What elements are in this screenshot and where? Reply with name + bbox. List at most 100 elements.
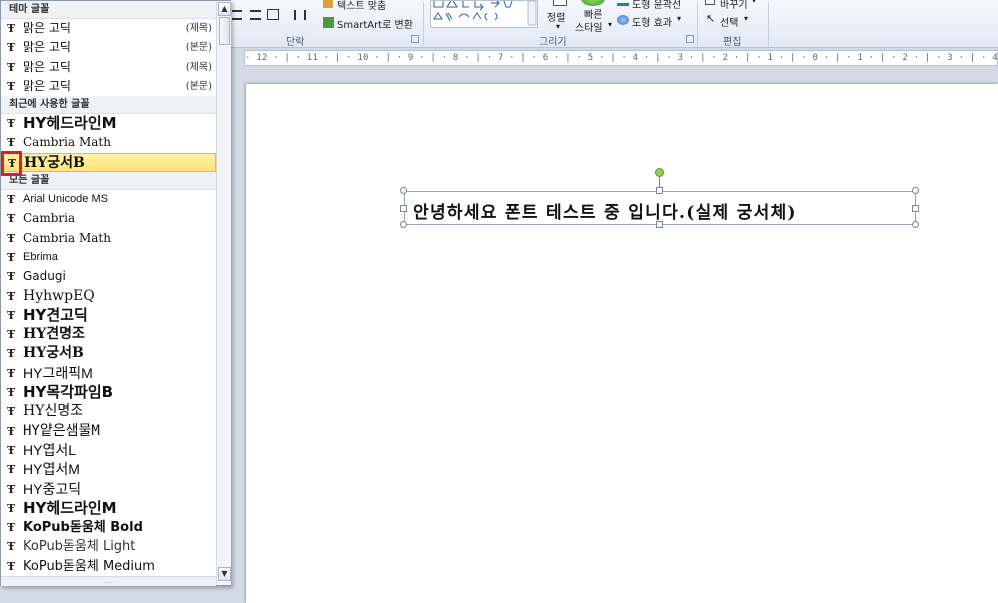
shape-effects-dropdown-icon[interactable]: ▾	[677, 14, 681, 23]
font-option-label: HY헤드라인M	[23, 114, 117, 133]
font-option[interactable]: Ŧ HY목각파임B	[1, 383, 216, 402]
columns-icon[interactable]	[294, 10, 306, 20]
font-option[interactable]: Ŧ Ebrima	[1, 248, 216, 267]
font-role-label: (본문)	[185, 80, 212, 92]
font-option[interactable]: Ŧ HY견명조	[1, 325, 216, 344]
shape-effects-button[interactable]: 도형 효과	[632, 14, 672, 29]
font-option[interactable]: Ŧ HY엽서L	[1, 441, 216, 460]
replace-dropdown-icon[interactable]: ▾	[752, 0, 756, 5]
font-option-label: HY견명조	[23, 326, 85, 343]
resize-handle-top-right[interactable]	[912, 187, 919, 194]
rotation-handle[interactable]	[655, 168, 664, 177]
drawing-group-label: 그리기	[539, 37, 567, 48]
font-option[interactable]: Ŧ Arial Unicode MS	[1, 190, 216, 209]
truetype-icon: Ŧ	[7, 366, 16, 380]
font-option-label: 맑은 고딕	[23, 40, 71, 55]
highlight-annotation-box	[1, 151, 22, 176]
font-option-label: HY중고딕	[23, 480, 82, 497]
theme-fonts-header: 테마 글꼴	[1, 1, 216, 19]
scroll-up-button[interactable]: ▲	[218, 2, 231, 16]
font-option-theme-body[interactable]: Ŧ 맑은 고딕 (본문)	[1, 38, 216, 57]
font-option-label: HY견고딕	[23, 305, 88, 324]
truetype-icon: Ŧ	[7, 250, 16, 264]
scroll-thumb[interactable]	[219, 17, 230, 45]
truetype-icon: Ŧ	[7, 22, 16, 35]
resize-handle-top[interactable]	[656, 187, 663, 194]
font-option[interactable]: Ŧ Cambria	[1, 209, 216, 228]
slide-text[interactable]: 안녕하세요 폰트 테스트 중 입니다.(실제 궁서체)	[413, 198, 797, 223]
ruler-ticks: · 12 · | · 11 · | · 10 · | · 9 · | · 8 ·…	[245, 53, 998, 63]
smartart-button[interactable]: SmartArt로 변환	[337, 16, 413, 31]
text-fit-button[interactable]: 텍스트 맞춤	[337, 0, 386, 12]
font-dropdown[interactable]: 테마 글꼴 Ŧ 맑은 고딕 (제목) Ŧ 맑은 고딕 (본문) Ŧ 맑은 고딕 …	[0, 0, 231, 586]
font-option[interactable]: Ŧ HY견고딕	[1, 306, 216, 325]
truetype-icon: Ŧ	[7, 347, 16, 361]
select-dropdown-icon[interactable]: ▾	[744, 14, 748, 23]
font-option-label: 맑은 고딕	[23, 59, 71, 74]
font-list: 테마 글꼴 Ŧ 맑은 고딕 (제목) Ŧ 맑은 고딕 (본문) Ŧ 맑은 고딕 …	[1, 1, 216, 587]
font-option[interactable]: Ŧ HY헤드라인M	[1, 499, 216, 518]
truetype-icon: Ŧ	[7, 60, 16, 74]
quick-styles-dropdown-icon[interactable]: ▾	[608, 20, 612, 29]
font-option-label: HY궁서B	[23, 345, 84, 362]
resize-handle-top-left[interactable]	[400, 187, 407, 194]
font-option-theme-body-2[interactable]: Ŧ 맑은 고딕 (본문)	[1, 77, 216, 96]
font-option-recent[interactable]: Ŧ Cambria Math	[1, 133, 216, 152]
font-option-label: HY헤드라인M	[23, 498, 117, 517]
arrange-icon	[553, 0, 567, 6]
font-option[interactable]: Ŧ HY신명조	[1, 402, 216, 421]
shapes-gallery[interactable]	[430, 0, 538, 28]
resize-handle-bottom-right[interactable]	[912, 221, 919, 228]
justify-icon[interactable]	[250, 10, 261, 20]
truetype-icon: Ŧ	[7, 540, 16, 554]
truetype-icon: Ŧ	[7, 424, 16, 438]
font-option-label: HY엽서M	[23, 461, 80, 478]
font-option-recent[interactable]: Ŧ HY헤드라인M	[1, 114, 216, 133]
horizontal-ruler[interactable]: · 12 · | · 11 · | · 10 · | · 9 · | · 8 ·…	[244, 50, 998, 66]
truetype-icon: Ŧ	[7, 443, 16, 457]
font-option[interactable]: Ŧ KoPub돋움체 Bold	[1, 518, 216, 537]
font-option-theme-heading[interactable]: Ŧ 맑은 고딕 (제목)	[1, 19, 216, 38]
recent-fonts-header: 최근에 사용한 글꼴	[1, 96, 216, 115]
replace-icon	[705, 0, 715, 5]
slide-canvas[interactable]	[246, 84, 998, 603]
arrange-dropdown-icon[interactable]: ▾	[556, 22, 560, 31]
font-option-label: Cambria	[23, 211, 76, 226]
font-option[interactable]: Ŧ KoPub돋움체 Medium	[1, 557, 216, 576]
font-option[interactable]: Ŧ HY중고딕	[1, 480, 216, 499]
font-option-theme-heading-2[interactable]: Ŧ 맑은 고딕 (제목)	[1, 58, 216, 77]
shape-outline-button[interactable]: 도형 윤곽선	[632, 0, 681, 11]
ribbon-separator	[423, 2, 424, 46]
align-right-icon[interactable]	[232, 10, 242, 20]
font-option-label: Cambria Math	[23, 230, 111, 245]
font-list-scrollbar[interactable]: ▲ ▼	[216, 1, 231, 585]
truetype-icon: Ŧ	[7, 289, 16, 303]
font-option[interactable]: Ŧ KoPub돋움체 Light	[1, 537, 216, 556]
truetype-icon: Ŧ	[7, 231, 16, 245]
font-option[interactable]: Ŧ HY궁서B	[1, 344, 216, 363]
font-option-label: HY얕은샘물M	[23, 422, 100, 439]
dropdown-resize-grip[interactable]: ....	[1, 576, 216, 586]
font-option[interactable]: Ŧ HY얕은샘물M	[1, 422, 216, 441]
font-option[interactable]: Ŧ Cambria Math	[1, 229, 216, 248]
select-button[interactable]: 선택	[720, 14, 738, 29]
font-option-recent-selected[interactable]: Ŧ HY궁서B	[1, 152, 216, 173]
replace-button[interactable]: 바꾸기	[720, 0, 748, 11]
distributed-icon[interactable]	[267, 9, 279, 20]
truetype-icon: Ŧ	[7, 136, 16, 150]
truetype-icon: Ŧ	[7, 463, 16, 477]
font-option[interactable]: Ŧ Gadugi	[1, 267, 216, 286]
drawing-dialog-launcher[interactable]	[686, 35, 694, 43]
resize-handle-left[interactable]	[400, 205, 407, 212]
quick-styles-label-2[interactable]: 스타일	[575, 19, 603, 34]
paragraph-dialog-launcher[interactable]	[411, 35, 419, 43]
resize-handle-bottom-left[interactable]	[400, 221, 407, 228]
scroll-down-button[interactable]: ▼	[218, 567, 231, 581]
font-option[interactable]: Ŧ HY그래픽M	[1, 364, 216, 383]
resize-handle-right[interactable]	[912, 205, 919, 212]
paragraph-group-label: 단락	[286, 37, 305, 48]
font-option[interactable]: Ŧ HY엽서M	[1, 460, 216, 479]
font-option[interactable]: Ŧ HyhwpEQ	[1, 287, 216, 306]
truetype-icon: Ŧ	[7, 405, 16, 419]
truetype-icon: Ŧ	[7, 328, 16, 342]
